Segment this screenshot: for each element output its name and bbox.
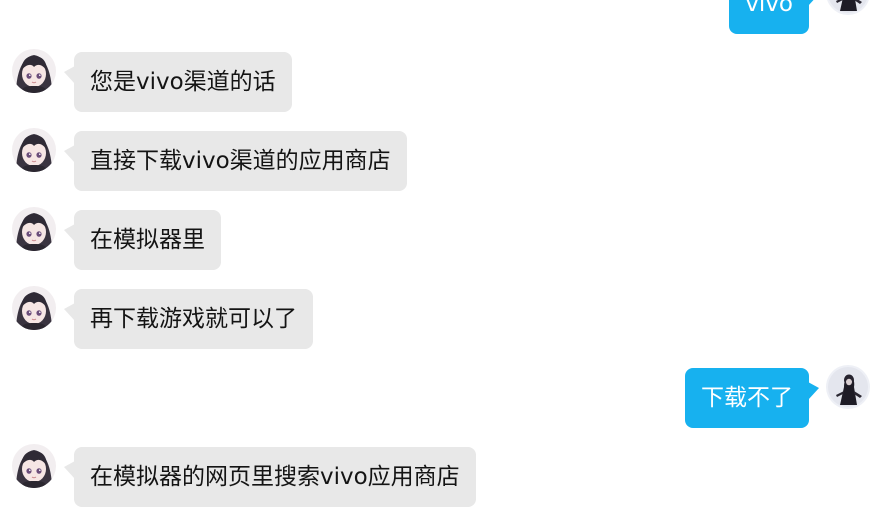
message-bubble-incoming[interactable]: 直接下载vivo渠道的应用商店 [74, 131, 407, 191]
dark-figure-avatar-icon[interactable] [826, 0, 870, 15]
anime-girl-avatar-icon[interactable] [12, 128, 56, 172]
anime-girl-avatar-icon[interactable] [12, 286, 56, 330]
message-bubble-outgoing[interactable]: vivo [729, 0, 809, 34]
message-bubble-incoming[interactable]: 在模拟器里 [74, 210, 221, 270]
message-row-incoming: 再下载游戏就可以了 [0, 289, 876, 351]
anime-girl-avatar-icon[interactable] [12, 49, 56, 93]
chat-conversation: vivo 您是vivo渠道的话 直接下载vivo渠道的应用商店 在模拟器里 再下… [0, 0, 876, 521]
message-row-incoming: 在模拟器的网页里搜索vivo应用商店 [0, 447, 876, 509]
message-row-incoming: 在模拟器里 [0, 210, 876, 272]
message-row-incoming: 直接下载vivo渠道的应用商店 [0, 131, 876, 193]
dark-figure-avatar-icon[interactable] [826, 365, 870, 409]
anime-girl-avatar-icon[interactable] [12, 444, 56, 488]
message-row-outgoing: 下载不了 [0, 368, 876, 430]
message-row-incoming: 您是vivo渠道的话 [0, 52, 876, 114]
anime-girl-avatar-icon[interactable] [12, 207, 56, 251]
message-row-outgoing: vivo [0, 0, 876, 36]
bubble-tail [808, 0, 819, 6]
message-bubble-incoming[interactable]: 再下载游戏就可以了 [74, 289, 313, 349]
message-bubble-incoming[interactable]: 您是vivo渠道的话 [74, 52, 292, 112]
bubble-tail [808, 382, 819, 400]
message-bubble-incoming[interactable]: 在模拟器的网页里搜索vivo应用商店 [74, 447, 476, 507]
message-bubble-outgoing[interactable]: 下载不了 [685, 368, 809, 428]
